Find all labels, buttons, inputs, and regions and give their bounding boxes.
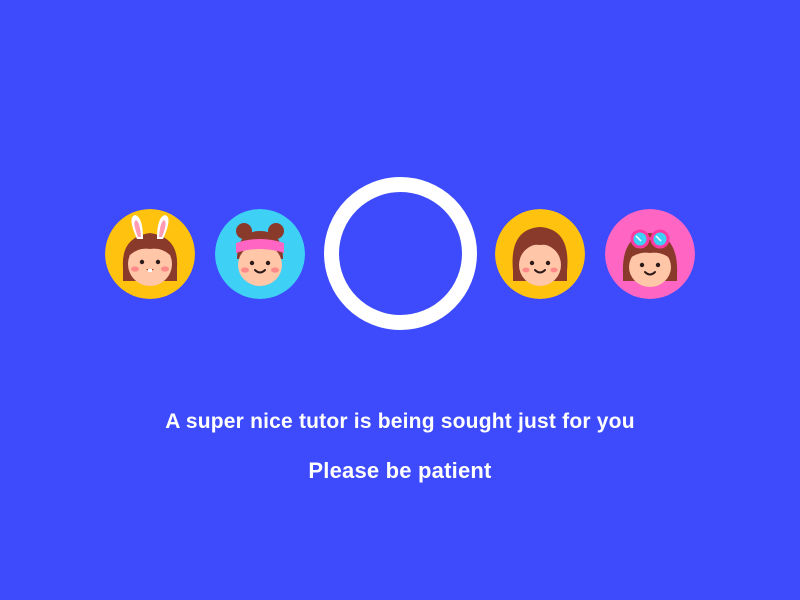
search-ring-icon: [324, 177, 477, 330]
girl-with-brown-hair-icon: [495, 209, 585, 299]
tutor-avatar-brown-hair: [495, 209, 585, 299]
tutor-avatar-sunglasses: [605, 209, 695, 299]
tutor-avatar-pink-headband: [215, 209, 305, 299]
girl-with-pink-headband-icon: [215, 209, 305, 299]
search-ring: [323, 176, 478, 331]
tutor-avatar-bunny-ears: [105, 209, 195, 299]
patience-message: Please be patient: [308, 458, 492, 483]
search-status-message: A super nice tutor is being sought just …: [165, 410, 635, 433]
girl-with-sunglasses-icon: [605, 209, 695, 299]
girl-with-bunny-ears-icon: [105, 209, 195, 299]
